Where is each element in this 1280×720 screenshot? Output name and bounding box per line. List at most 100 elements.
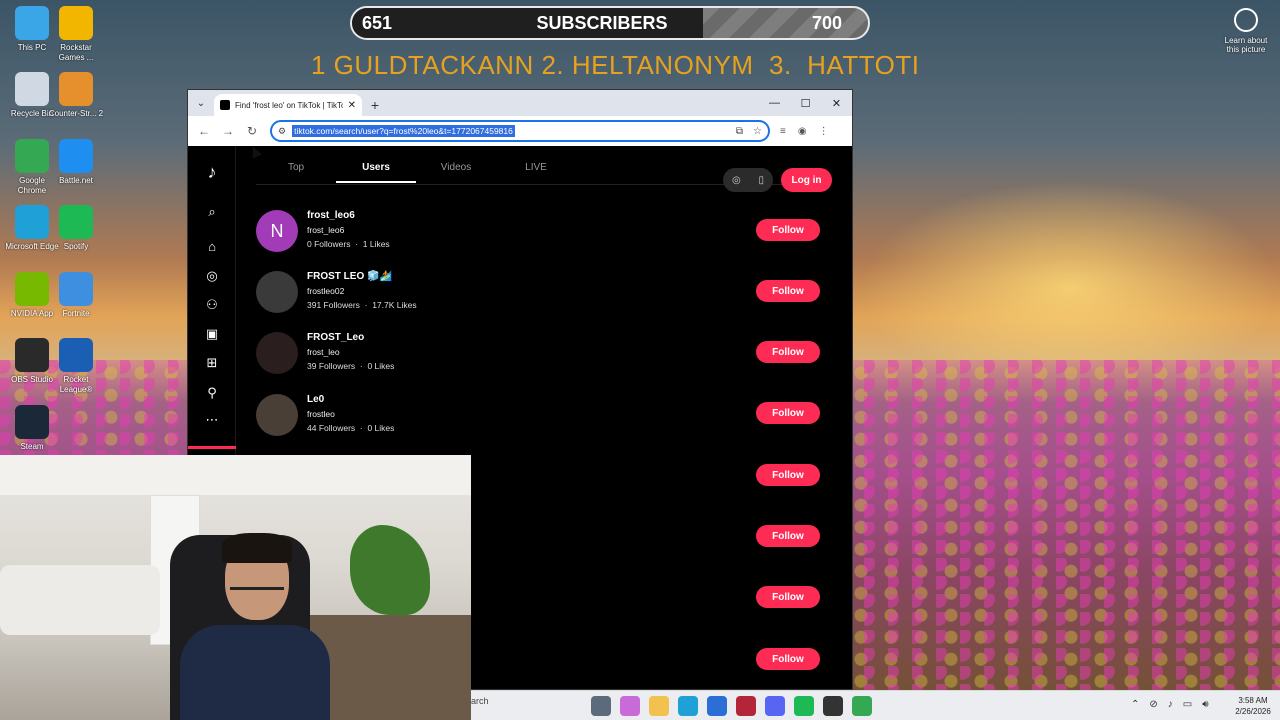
explore-compass-icon[interactable]: ◎ [202, 266, 222, 286]
mic-icon[interactable]: ♪ [1168, 699, 1173, 710]
desktop-icon-label: Rocket League® [59, 375, 93, 394]
upload-plus-icon[interactable]: ⊞ [202, 353, 222, 373]
store-icon[interactable] [707, 696, 727, 716]
desktop-icon[interactable]: Spotify [48, 205, 104, 252]
spotify-taskbar-icon[interactable] [794, 696, 814, 716]
tab-search-chevron-icon[interactable]: ⌄ [188, 90, 214, 116]
user-result-row[interactable]: FROST LEO 🧊🏄 frostleo02 391 Followers · 17… [256, 269, 826, 315]
volume-icon[interactable]: 🔊︎ [1202, 699, 1208, 710]
obs-taskbar-icon[interactable] [823, 696, 843, 716]
profile-icon[interactable]: ◉ [798, 126, 807, 137]
desktop-icon[interactable]: Battle.net [48, 139, 104, 186]
following-icon[interactable]: ⚇ [202, 295, 222, 315]
taskbar-search[interactable]: arch [471, 696, 489, 706]
avatar-initial: N [270, 220, 284, 241]
tab-users[interactable]: Users [336, 162, 416, 183]
desktop-icon[interactable]: Rocket League® [48, 338, 104, 395]
close-window-icon[interactable]: ✕ [821, 90, 852, 116]
desktop-icon[interactable]: Rockstar Games ... [48, 6, 104, 63]
address-bar[interactable]: ⚙ tiktok.com/search/user?q=frost%20leo&t… [270, 120, 770, 142]
back-icon[interactable]: ← [194, 121, 214, 141]
follow-button[interactable]: Follow [756, 525, 820, 547]
discord-icon[interactable] [765, 696, 785, 716]
bookmark-star-icon[interactable]: ☆ [753, 126, 762, 137]
user-display-name[interactable]: Le0 [307, 394, 324, 405]
chevron-up-icon[interactable]: ⌃ [1131, 699, 1139, 710]
user-handle: frostleo02 [307, 286, 345, 296]
avatar[interactable]: N [256, 210, 298, 252]
url-text[interactable]: tiktok.com/search/user?q=frost%20leo&t=1… [292, 125, 515, 137]
steam-icon [15, 405, 49, 439]
user-result-row[interactable]: Nfrost_leo6 frost_leo6 0 Followers · 1 Lik… [256, 208, 826, 254]
follow-button[interactable]: Follow [756, 464, 820, 486]
maximize-icon[interactable]: ☐ [790, 90, 821, 116]
edge-icon [15, 205, 49, 239]
live-tv-icon[interactable]: ▣ [202, 324, 222, 344]
follow-button[interactable]: Follow [756, 402, 820, 424]
minimize-icon[interactable]: — [759, 90, 790, 116]
display-icon[interactable]: ▭ [1183, 699, 1192, 710]
tab-videos[interactable]: Videos [416, 162, 496, 183]
home-icon[interactable]: ⌂ [202, 236, 222, 256]
user-display-name[interactable]: FROST_Leo [307, 332, 364, 343]
learn-about-picture[interactable]: Learn about this picture [1218, 8, 1274, 54]
tiktok-logo-icon[interactable]: ♪ [202, 162, 222, 182]
user-likes: 0 Likes [367, 423, 395, 433]
file-explorer-icon[interactable] [649, 696, 669, 716]
tab-live[interactable]: LIVE [496, 162, 576, 183]
follow-button[interactable]: Follow [756, 219, 820, 241]
more-dots-icon[interactable]: ⋯ [202, 410, 222, 430]
follow-button[interactable]: Follow [756, 341, 820, 363]
rocket-league-icon [59, 338, 93, 372]
reading-list-icon[interactable]: ≡ [780, 126, 786, 137]
user-display-name[interactable]: FROST LEO 🧊🏄 [307, 271, 392, 282]
chrome-taskbar-icon[interactable] [852, 696, 872, 716]
desktop-icon[interactable]: Steam [4, 405, 60, 452]
avatar[interactable] [256, 332, 298, 374]
user-likes: 0 Likes [367, 361, 395, 371]
monitor-icon [15, 6, 49, 40]
leaderboard-text: 1 GULDTACKANN 2. HELTANONYM 3. HATTOTI [311, 50, 920, 80]
browser-tab[interactable]: Find 'frost leo' on TikTok | TikTo ✕ [214, 94, 362, 116]
avatar[interactable] [256, 394, 298, 436]
user-likes: 17.7K Likes [372, 300, 417, 310]
recycle-bin-icon [15, 72, 49, 106]
app-download-pill[interactable]: ◎ ▯ [723, 168, 773, 192]
task-view-icon[interactable] [591, 696, 611, 716]
sidebar-accent [188, 446, 236, 449]
user-result-row[interactable]: Le0 frostleo 44 Followers · 0 Likes [256, 392, 826, 438]
camera-icon [1234, 8, 1258, 32]
forward-icon[interactable]: → [218, 121, 238, 141]
menu-dots-icon[interactable]: ⋮ [819, 126, 829, 137]
wallpaper-sun-glow [860, 180, 1280, 360]
reload-icon[interactable]: ↻ [242, 121, 262, 141]
avatar[interactable] [256, 271, 298, 313]
follow-button[interactable]: Follow [756, 280, 820, 302]
user-display-name[interactable]: frost_leo6 [307, 210, 355, 221]
network-icon[interactable]: ⊘ [1149, 699, 1157, 710]
copilot-icon[interactable] [620, 696, 640, 716]
user-result-row[interactable]: FROST_Leo frost_leo 39 Followers · 0 Likes [256, 330, 826, 376]
user-stats: 44 Followers · 0 Likes [307, 423, 394, 433]
login-button[interactable]: Log in [781, 168, 832, 192]
phone-icon[interactable]: ▯ [759, 175, 765, 186]
desktop-icon[interactable]: Counter-Str... 2 [48, 72, 104, 119]
follow-button[interactable]: Follow [756, 648, 820, 670]
adobe-icon[interactable] [736, 696, 756, 716]
clock[interactable]: 3:58 AM 2/26/2026 [1231, 695, 1275, 717]
desktop-icon-label: Counter-Str... 2 [48, 109, 104, 118]
install-app-icon[interactable]: ⧉ [736, 126, 743, 137]
follow-button[interactable]: Follow [756, 586, 820, 608]
edge-taskbar-icon[interactable] [678, 696, 698, 716]
tab-close-icon[interactable]: ✕ [348, 100, 356, 111]
tab-top[interactable]: Top [256, 162, 336, 183]
desktop-icon[interactable]: Fortnite [48, 272, 104, 319]
nvidia-icon [15, 272, 49, 306]
new-tab-icon[interactable]: + [362, 94, 388, 116]
profile-user-icon[interactable]: ⚲ [202, 383, 222, 403]
site-info-icon[interactable]: ⚙ [278, 126, 286, 137]
search-icon[interactable]: ⌕ [202, 202, 222, 222]
compass-icon[interactable]: ◎ [732, 175, 741, 186]
tab-title: Find 'frost leo' on TikTok | TikTo [235, 100, 343, 110]
learn-label: Learn about this picture [1224, 36, 1268, 54]
